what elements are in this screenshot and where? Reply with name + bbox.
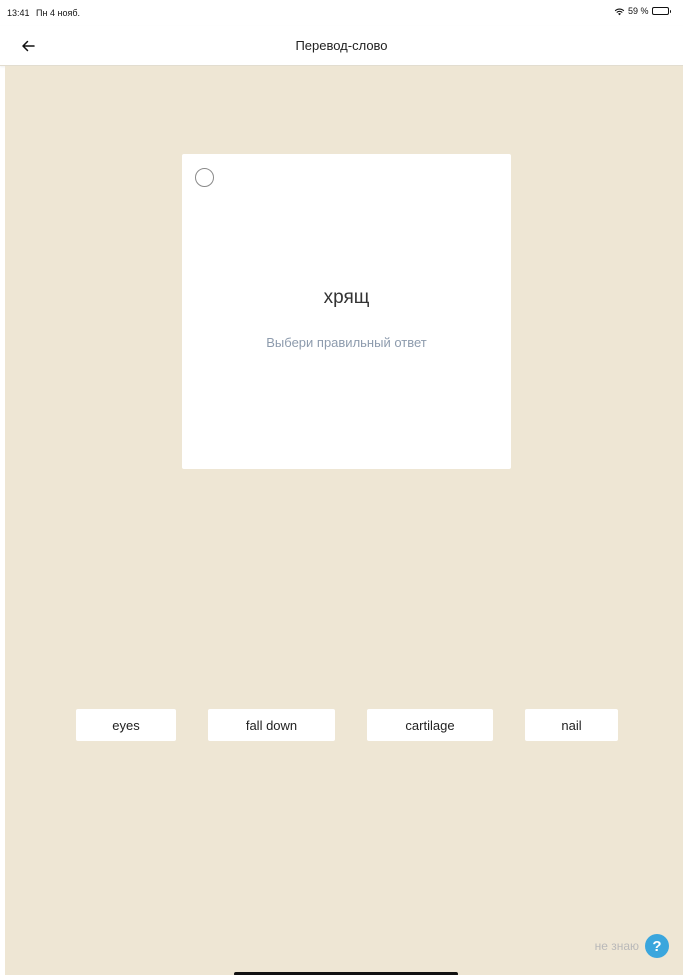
- card-radio-button[interactable]: [195, 168, 214, 187]
- status-left: 13:41 Пн 4 нояб.: [7, 8, 84, 18]
- screen: 13:41 Пн 4 нояб. 59 % Перевод-слово хрящ…: [0, 0, 683, 975]
- battery-icon: [651, 7, 671, 15]
- answer-option-fall-down[interactable]: fall down: [208, 709, 335, 741]
- question-hint: Выбери правильный ответ: [266, 335, 427, 350]
- question-word: хрящ: [323, 287, 370, 308]
- status-time: 13:41: [7, 8, 30, 18]
- wifi-icon: [614, 8, 625, 15]
- help-icon[interactable]: ?: [645, 934, 669, 958]
- status-right: 59 %: [614, 6, 671, 16]
- answer-option-cartilage[interactable]: cartilage: [367, 709, 493, 741]
- answer-option-nail[interactable]: nail: [525, 709, 618, 741]
- dont-know-label: не знаю: [594, 939, 639, 953]
- status-bar: 13:41 Пн 4 нояб. 59 %: [0, 0, 683, 26]
- answer-option-eyes[interactable]: eyes: [76, 709, 176, 741]
- status-date: Пн 4 нояб.: [36, 8, 80, 18]
- page-title: Перевод-слово: [295, 38, 388, 53]
- battery-percent: 59 %: [627, 6, 649, 16]
- question-card: хрящ Выбери правильный ответ: [182, 154, 511, 469]
- main-area: хрящ Выбери правильный ответ eyes fall d…: [5, 66, 683, 975]
- nav-bar: Перевод-слово: [0, 26, 683, 66]
- dont-know-button[interactable]: не знаю ?: [595, 934, 669, 958]
